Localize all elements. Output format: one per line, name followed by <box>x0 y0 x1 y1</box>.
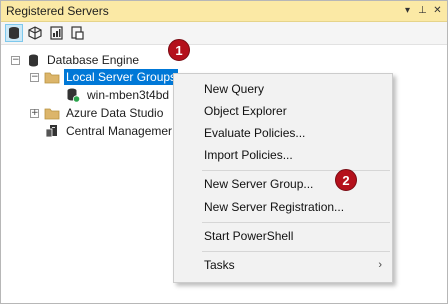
expand-toggle[interactable]: + <box>30 108 39 118</box>
tree-node-label: win-mben3t4bd <box>87 88 170 102</box>
menu-item-tasks[interactable]: Tasks › <box>174 254 392 276</box>
folder-icon <box>44 69 60 85</box>
dropdown-arrow-icon[interactable]: ▾ <box>401 3 414 18</box>
tree-node-database-engine[interactable]: − Database Engine <box>11 52 141 68</box>
menu-item-label: Tasks <box>204 258 235 272</box>
menu-item-new-server-registration[interactable]: New Server Registration... <box>174 196 392 218</box>
package-icon <box>70 26 84 40</box>
step-badge-2: 2 <box>335 169 357 191</box>
tree-node-label: Central Managemer <box>66 124 173 138</box>
step-badge-1: 1 <box>168 39 190 61</box>
tree-node-label: Local Server Groups <box>64 69 179 85</box>
menu-item-new-query[interactable]: New Query <box>174 78 392 100</box>
integration-services-button[interactable] <box>68 24 86 42</box>
folder-icon <box>44 105 60 121</box>
analysis-services-button[interactable] <box>26 24 44 42</box>
tree-node-label: Azure Data Studio <box>66 106 164 120</box>
tree-node-server[interactable]: win-mben3t4bd <box>65 87 171 103</box>
tree-node-local-server-groups[interactable]: − Local Server Groups <box>30 69 179 85</box>
pin-icon[interactable]: ⊥ <box>416 3 429 18</box>
panel-titlebar: Registered Servers ▾ ⊥ ✕ <box>1 1 447 22</box>
close-icon[interactable]: ✕ <box>431 3 444 18</box>
reporting-services-button[interactable] <box>47 24 65 42</box>
collapse-toggle[interactable]: − <box>11 55 20 65</box>
menu-separator <box>202 251 390 252</box>
registered-servers-panel: Registered Servers ▾ ⊥ ✕ − Database Engi… <box>0 0 448 304</box>
tree-node-label: Database Engine <box>47 53 140 67</box>
menu-item-evaluate-policies[interactable]: Evaluate Policies... <box>174 122 392 144</box>
menu-item-object-explorer[interactable]: Object Explorer <box>174 100 392 122</box>
menu-item-import-policies[interactable]: Import Policies... <box>174 144 392 166</box>
submenu-arrow-icon: › <box>378 259 382 271</box>
tree-node-central-management[interactable]: Central Managemer <box>44 123 174 139</box>
panel-title: Registered Servers <box>6 4 109 18</box>
cube-icon <box>28 26 42 40</box>
collapse-toggle[interactable]: − <box>30 72 39 82</box>
context-menu: New Query Object Explorer Evaluate Polic… <box>173 73 393 283</box>
server-type-toolbar <box>1 22 447 45</box>
database-icon <box>25 52 41 68</box>
menu-separator <box>202 222 390 223</box>
tree-node-azure-data-studio[interactable]: + Azure Data Studio <box>30 105 165 121</box>
database-icon <box>9 27 19 39</box>
server-running-icon <box>65 87 81 103</box>
database-engine-button[interactable] <box>5 24 23 42</box>
menu-item-new-server-group[interactable]: New Server Group... <box>174 173 392 195</box>
menu-item-start-powershell[interactable]: Start PowerShell <box>174 225 392 247</box>
central-management-server-icon <box>44 123 60 139</box>
report-icon <box>49 26 63 40</box>
menu-separator <box>202 170 390 171</box>
